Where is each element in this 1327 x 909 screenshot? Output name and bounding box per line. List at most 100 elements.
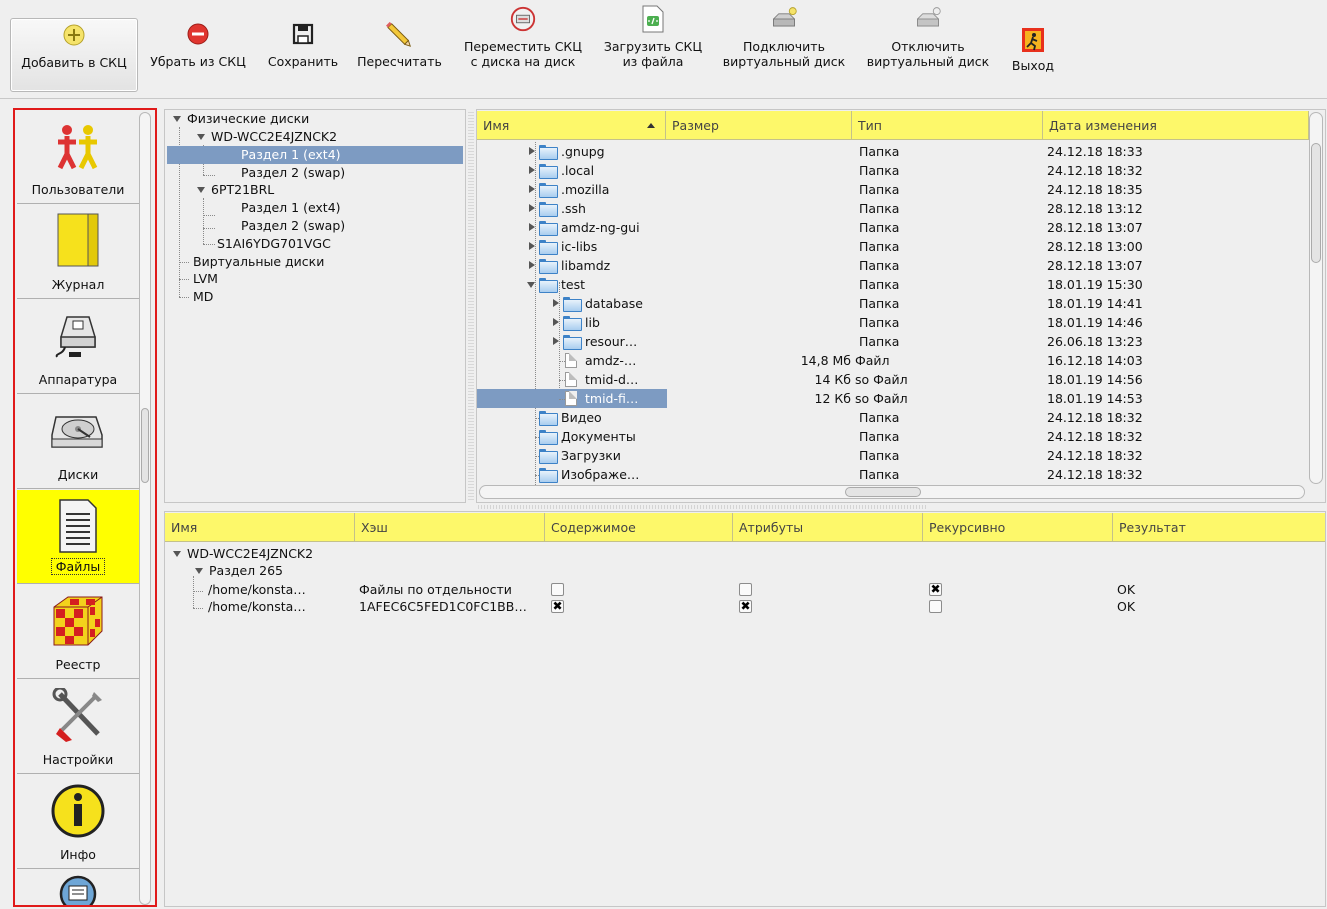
column-header-date[interactable]: Дата изменения [1043, 111, 1309, 140]
sidebar-item-users[interactable]: Пользователи [17, 110, 139, 204]
save-button[interactable]: Сохранить [259, 18, 347, 92]
load-skc-button[interactable]: Загрузить СКЦ из файла [596, 3, 710, 77]
tree-node-physical-disks[interactable]: Физические диски [173, 110, 309, 128]
table-row[interactable]: database Папка 18.01.19 14:41 [477, 294, 1307, 313]
recalculate-button[interactable]: Пересчитать [351, 18, 448, 92]
sidebar-item-label: Файлы [51, 558, 105, 575]
table-row[interactable]: /home/konsta… Файлы по отдельности ✖ OK [165, 581, 1325, 598]
file-view-vertical-scrollbar[interactable] [1309, 112, 1323, 484]
sidebar-item-disks[interactable]: Диски [17, 395, 139, 489]
tree-node-partition[interactable]: Раздел 2 (swap) [241, 217, 345, 235]
exit-button[interactable]: Выход [1004, 18, 1062, 92]
results-disk-row[interactable]: WD-WCC2E4JZNCK2 [173, 545, 313, 562]
table-row[interactable]: .gnupg Папка 24.12.18 18:33 [477, 142, 1307, 161]
column-header-attributes[interactable]: Атрибуты [733, 513, 923, 542]
table-row[interactable]: libamdz Папка 28.12.18 13:07 [477, 256, 1307, 275]
folder-icon [539, 430, 558, 445]
tree-node-partition[interactable]: Раздел 2 (swap) [241, 164, 345, 182]
attributes-checkbox[interactable]: ✖ [739, 600, 752, 613]
file-icon [565, 372, 577, 387]
table-row[interactable]: .local Папка 24.12.18 18:32 [477, 161, 1307, 180]
expanded-arrow-icon[interactable] [173, 116, 181, 122]
expanded-arrow-icon[interactable] [197, 134, 205, 140]
table-row[interactable]: amdz-ng-gui Папка 28.12.18 13:07 [477, 218, 1307, 237]
table-row[interactable]: ic-libs Папка 28.12.18 13:00 [477, 237, 1307, 256]
file-name: tmid-fi… [585, 391, 639, 406]
tree-node-virtual-disks[interactable]: Виртуальные диски [193, 253, 324, 271]
expanded-arrow-icon[interactable] [527, 282, 535, 288]
table-row[interactable]: test Папка 18.01.19 15:30 [477, 275, 1307, 294]
table-row[interactable]: lib Папка 18.01.19 14:46 [477, 313, 1307, 332]
collapsed-arrow-icon[interactable] [553, 318, 559, 326]
folder-icon [539, 221, 558, 236]
collapsed-arrow-icon[interactable] [529, 147, 535, 155]
content-checkbox[interactable] [551, 583, 564, 596]
tree-node-disk[interactable]: S1AI6YDG701VGC [217, 235, 331, 253]
mount-virtual-disk-button[interactable]: Подключить виртуальный диск [716, 3, 852, 77]
sidebar-item-files[interactable]: Файлы [17, 490, 139, 584]
table-row[interactable]: tmid-d… 14 Кб so Файл 18.01.19 14:56 [477, 370, 1307, 389]
vertical-splitter[interactable] [468, 110, 474, 502]
horizontal-splitter[interactable] [476, 505, 926, 509]
sidebar-item-hardware[interactable]: Аппаратура [17, 300, 139, 394]
sort-ascending-icon [647, 123, 655, 128]
move-skc-button[interactable]: Переместить СКЦ с диска на диск [454, 3, 592, 77]
table-row[interactable]: tmid-fi… 12 Кб so Файл 18.01.19 14:53 [477, 389, 1307, 408]
column-header-recursive[interactable]: Рекурсивно [923, 513, 1113, 542]
collapsed-arrow-icon[interactable] [529, 223, 535, 231]
file-view-horizontal-scrollbar[interactable] [479, 485, 1305, 499]
expanded-arrow-icon[interactable] [195, 568, 203, 574]
file-type: so Файл [855, 372, 908, 387]
attributes-checkbox[interactable] [739, 583, 752, 596]
table-row[interactable]: /home/konsta… 1AFEC6C5FED1C0FC1BB… ✖ ✖ O… [165, 598, 1325, 615]
column-header-hash[interactable]: Хэш [355, 513, 545, 542]
table-row[interactable]: resour… Папка 26.06.18 13:23 [477, 332, 1307, 351]
column-header-type[interactable]: Тип [852, 111, 1043, 140]
table-row[interactable]: Изображе… Папка 24.12.18 18:32 [477, 465, 1307, 484]
column-header-size[interactable]: Размер [666, 111, 852, 140]
sidebar-item-settings[interactable]: Настройки [17, 680, 139, 774]
tree-node-disk[interactable]: WD-WCC2E4JZNCK2 [197, 128, 337, 146]
tree-node-md[interactable]: MD [193, 288, 213, 306]
tree-node-lvm[interactable]: LVM [193, 270, 218, 288]
column-header-result[interactable]: Результат [1113, 513, 1325, 542]
collapsed-arrow-icon[interactable] [553, 299, 559, 307]
table-row[interactable]: Видео Папка 24.12.18 18:32 [477, 408, 1307, 427]
vertical-scroll-thumb[interactable] [1311, 143, 1321, 263]
sidebar-item-partial[interactable] [17, 870, 139, 905]
tree-node-partition[interactable]: Раздел 1 (ext4) [167, 146, 463, 164]
column-header-name[interactable]: Имя [165, 513, 355, 542]
sidebar-item-journal[interactable]: Журнал [17, 205, 139, 299]
table-row[interactable]: .ssh Папка 28.12.18 13:12 [477, 199, 1307, 218]
column-header-label: Содержимое [551, 520, 636, 535]
collapsed-arrow-icon[interactable] [529, 166, 535, 174]
horizontal-scroll-thumb[interactable] [845, 487, 921, 497]
collapsed-arrow-icon[interactable] [529, 204, 535, 212]
table-row[interactable]: Загрузки Папка 24.12.18 18:32 [477, 446, 1307, 465]
column-header-content[interactable]: Содержимое [545, 513, 733, 542]
collapsed-arrow-icon[interactable] [553, 337, 559, 345]
table-row[interactable]: .mozilla Папка 24.12.18 18:35 [477, 180, 1307, 199]
collapsed-arrow-icon[interactable] [529, 242, 535, 250]
collapsed-arrow-icon[interactable] [529, 185, 535, 193]
expanded-arrow-icon[interactable] [197, 187, 205, 193]
sidebar-item-registry[interactable]: Реестр [17, 585, 139, 679]
collapsed-arrow-icon[interactable] [529, 261, 535, 269]
file-name: amdz-ng-gui [561, 220, 640, 235]
tree-node-partition[interactable]: Раздел 1 (ext4) [241, 199, 341, 217]
recursive-checkbox[interactable]: ✖ [929, 583, 942, 596]
content-checkbox[interactable]: ✖ [551, 600, 564, 613]
add-to-skc-button[interactable]: Добавить в СКЦ [10, 18, 138, 92]
sidebar-scroll-thumb[interactable] [141, 408, 149, 483]
table-row[interactable]: Документы Папка 24.12.18 18:32 [477, 427, 1307, 446]
tree-node-disk[interactable]: 6PT21BRL [197, 181, 274, 199]
table-row[interactable]: amdz-… 14,8 Мб Файл 16.12.18 14:03 [477, 351, 1307, 370]
sidebar-item-info[interactable]: Инфо [17, 775, 139, 869]
expanded-arrow-icon[interactable] [173, 551, 181, 557]
results-partition-row[interactable]: Раздел 265 [195, 562, 283, 579]
recursive-checkbox[interactable] [929, 600, 942, 613]
remove-from-skc-button[interactable]: Убрать из СКЦ [143, 18, 253, 92]
column-header-name[interactable]: Имя [477, 111, 666, 140]
unmount-virtual-disk-button[interactable]: Отключить виртуальный диск [860, 3, 996, 77]
sidebar-scrollbar[interactable] [139, 112, 151, 905]
